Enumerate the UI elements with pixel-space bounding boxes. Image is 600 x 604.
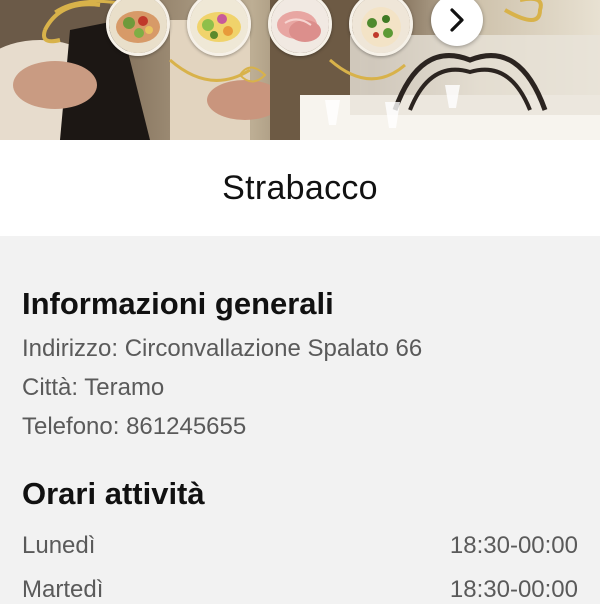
restaurant-details: Informazioni generali Indirizzo: Circonv… xyxy=(0,236,600,603)
chevron-right-icon xyxy=(450,8,464,32)
day-label: Lunedì xyxy=(22,532,96,559)
general-info-heading: Informazioni generali xyxy=(22,286,334,321)
phone-text[interactable]: Telefono: 861245655 xyxy=(22,413,246,441)
hours-heading: Orari attività xyxy=(22,476,205,511)
restaurant-name: Strabacco xyxy=(222,168,378,207)
address-text: Indirizzo: Circonvallazione Spalato 66 xyxy=(22,335,423,362)
hours-value: 18:30-00:00 xyxy=(449,532,578,559)
restaurant-title-bar: Strabacco xyxy=(0,140,600,236)
city-text: Città: Teramo xyxy=(22,374,165,401)
hero-banner xyxy=(0,0,600,140)
hours-row: Lunedì 18:30-00:00 xyxy=(22,532,578,560)
